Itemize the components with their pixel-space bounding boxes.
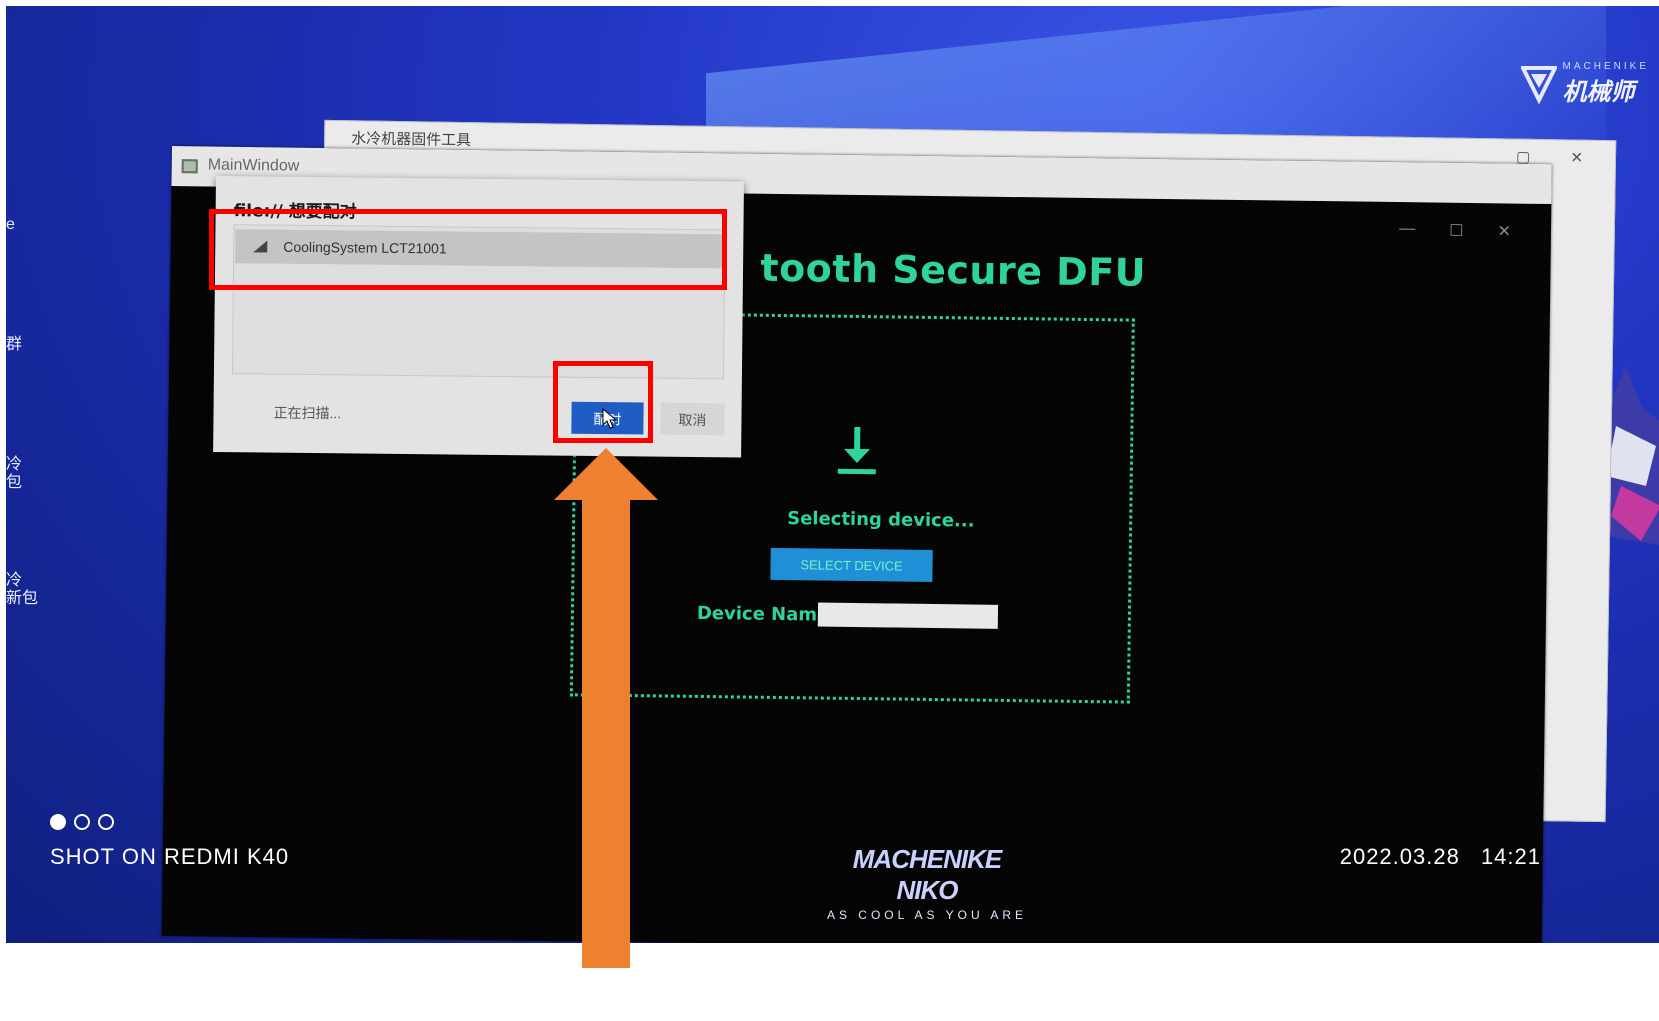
shield-logo-icon [1520,66,1557,104]
device-name-field[interactable] [817,602,999,629]
desktop-label: e [6,216,15,233]
monitor-brand-name: MACHENIKE NIKO [852,844,1002,905]
camera-watermark: SHOT ON REDMI K40 [50,844,290,869]
desktop-label: 新包 [6,590,39,607]
status-text: Selecting device... [787,508,975,532]
minimize-icon[interactable]: — [1399,220,1415,240]
machenike-logo: MACHENIKE 机械师 [1520,61,1649,107]
app-icon [181,159,198,174]
desktop-label: 群 [6,336,23,353]
background-window-title: 水冷机器固件工具 [351,130,472,150]
brand-main: 机械师 [1562,78,1635,106]
select-device-button[interactable]: SELECT DEVICE [770,547,933,582]
desktop-label: 包 [6,474,23,491]
camera-dots [50,814,114,830]
monitor-brand-slogan: AS COOL AS YOU ARE [826,908,1028,922]
up-arrow-icon [554,448,658,968]
window-controls: — ☐ ✕ [1399,220,1511,241]
photo-timestamp: 2022.03.28 14:21 [1339,844,1541,869]
maximize-icon[interactable]: ☐ [1449,221,1464,241]
brand-sub: MACHENIKE [1562,61,1649,72]
dot-icon [98,814,114,830]
window-title: MainWindow [207,156,300,175]
scanning-status: 正在扫描... [273,404,342,422]
dot-icon [50,814,66,830]
desktop-label: 冷 [6,572,23,589]
download-icon [837,426,876,475]
monitor-brand: MACHENIKE NIKO AS COOL AS YOU ARE [822,844,1032,922]
page-title: tooth Secure DFU [760,245,1147,295]
highlight-pair-box [553,361,653,443]
close-icon[interactable]: ✕ [1497,221,1511,241]
dot-icon [74,814,90,830]
highlight-device-box [209,209,727,290]
desktop-label: 冷 [6,456,23,473]
cancel-button[interactable]: 取消 [660,402,725,436]
monitor-photo: MACHENIKE 机械师 e 群 冷 包 冷 新包 水冷机器固件工具 ▢ ✕ … [6,6,1659,943]
